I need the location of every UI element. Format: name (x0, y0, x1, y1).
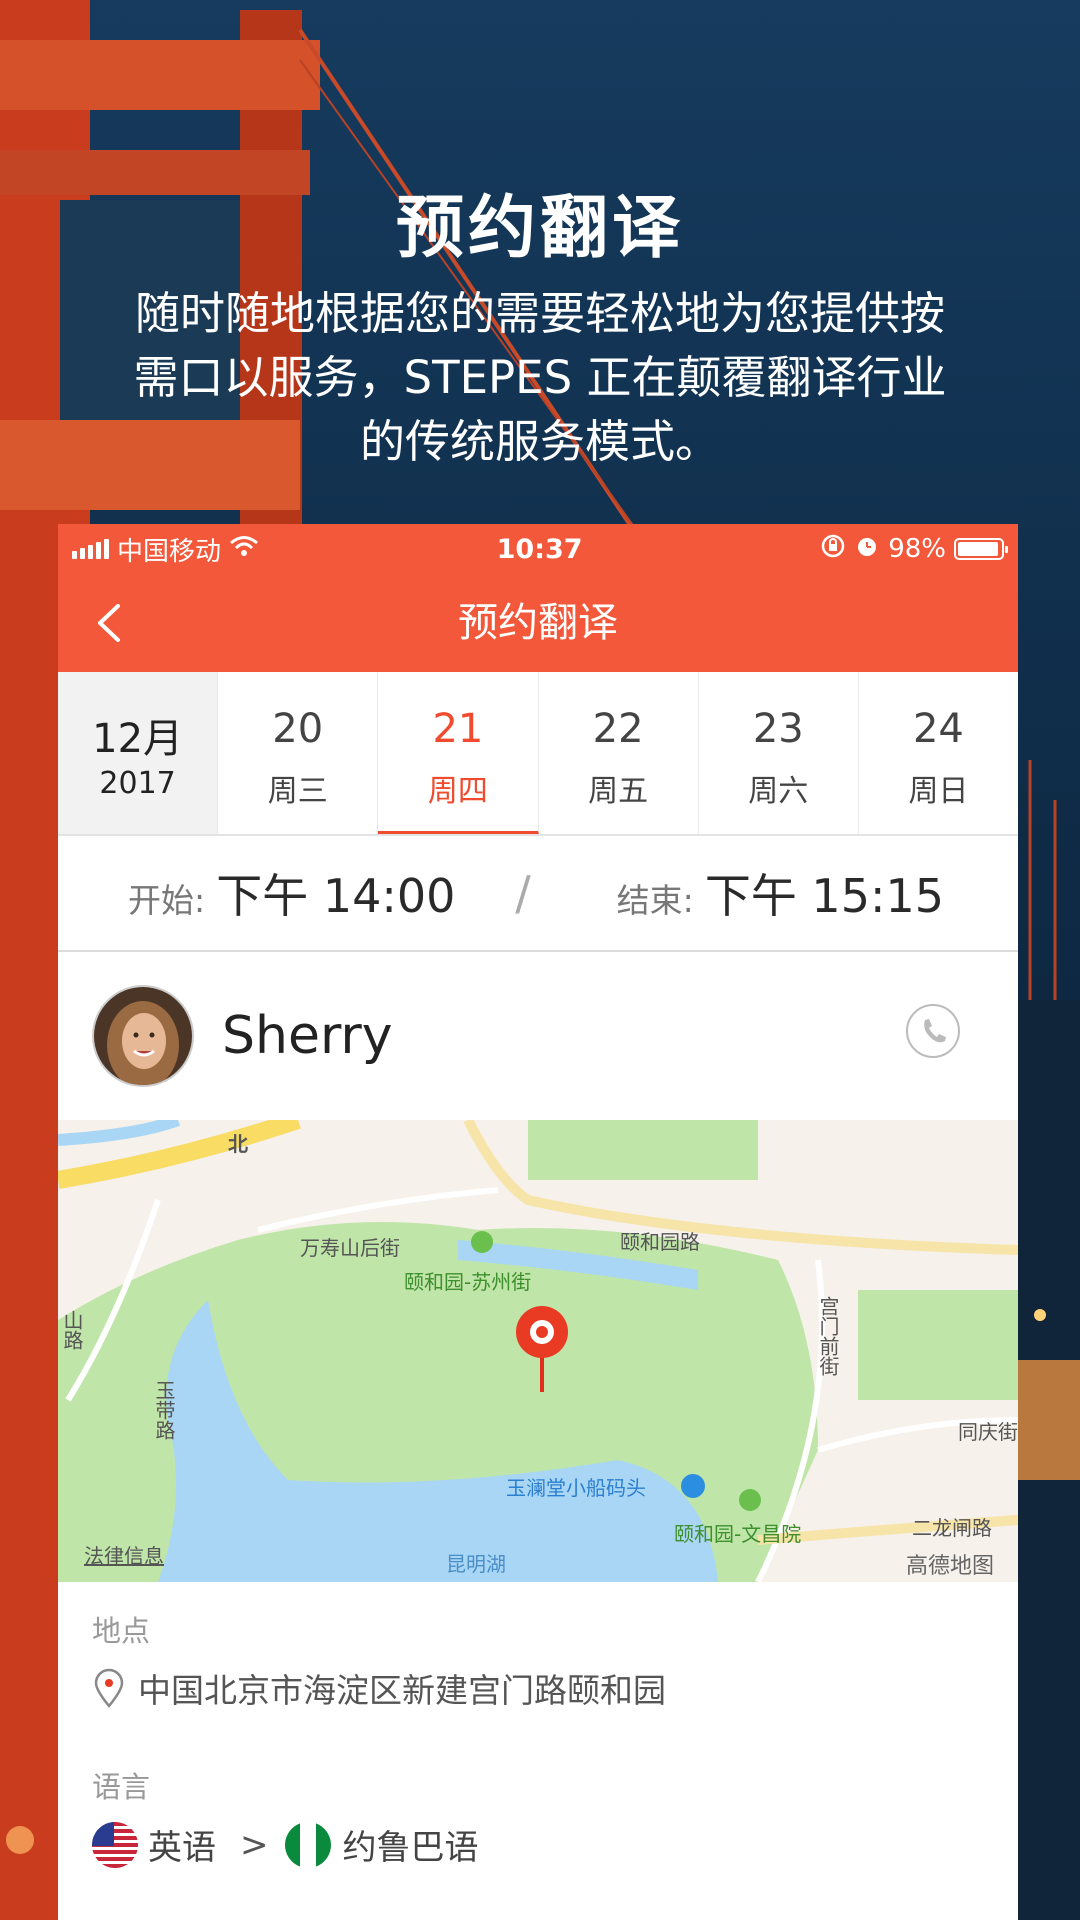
phone-screenshot: 中国移动 10:37 98% 预约翻译 12月 2017 20 周三 21 周四… (58, 524, 1018, 1920)
map-label: 山路 (60, 1310, 84, 1350)
signal-icon (72, 539, 109, 559)
date-cell-22[interactable]: 22 周五 (539, 672, 699, 834)
address-text: 中国北京市海淀区新建宫门路颐和园 (138, 1671, 666, 1710)
location-label: 地点 (92, 1614, 151, 1648)
carrier-label: 中国移动 (117, 536, 222, 567)
date-weekday: 周六 (748, 774, 809, 809)
alarm-icon (854, 533, 880, 566)
source-language: 英语 (148, 1828, 216, 1868)
map-label: 颐和园路 (620, 1230, 700, 1254)
date-cell-24[interactable]: 24 周日 (859, 672, 1018, 834)
date-number: 23 (752, 706, 804, 752)
year-label: 2017 (99, 766, 176, 801)
end-label: 结束: (616, 881, 694, 920)
date-cell-20[interactable]: 20 周三 (218, 672, 379, 834)
status-time: 10:37 (496, 533, 583, 565)
date-number: 20 (272, 706, 324, 752)
map-label: 玉澜堂小船码头 (506, 1476, 646, 1500)
map-provider-logo: 高德地图 (906, 1554, 995, 1579)
status-bar: 中国移动 10:37 98% (58, 524, 1018, 574)
map-label: 北 (228, 1132, 248, 1156)
wifi-icon (229, 534, 259, 564)
map-label: 昆明湖 (446, 1552, 506, 1576)
map-label: 颐和园-文昌院 (674, 1522, 802, 1546)
phone-icon (924, 1019, 946, 1043)
battery-icon (953, 538, 1008, 560)
date-weekday: 周日 (908, 774, 969, 809)
start-time[interactable]: 开始: 下午 14:00 (58, 860, 498, 926)
language-row: 英语 > 约鲁巴语 (92, 1820, 984, 1869)
call-button[interactable] (906, 1004, 960, 1058)
date-selector: 12月 2017 20 周三 21 周四 22 周五 23 周六 24 周日 (58, 672, 1018, 836)
orientation-lock-icon (820, 533, 846, 566)
us-flag-icon (92, 1821, 138, 1868)
month-cell: 12月 2017 (58, 672, 219, 834)
map-view[interactable]: 北 万寿山后街 颐和园路 颐和园-苏州街 宫门前街 玉澜堂小船码头 颐和园-文昌… (58, 1120, 1018, 1582)
interpreter-row: Sherry (58, 952, 1018, 1120)
chevron-left-icon (98, 604, 120, 642)
time-separator: / (515, 866, 531, 920)
map-label: 玉带路 (152, 1380, 176, 1440)
map-label: 二龙闸路 (912, 1516, 992, 1540)
date-cell-23[interactable]: 23 周六 (699, 672, 859, 834)
promo-description: 随时随地根据您的需要轻松地为您提供按需口以服务，STEPES 正在颠覆翻译行业的… (133, 287, 947, 468)
end-time[interactable]: 结束: 下午 15:15 (548, 860, 1018, 926)
nigeria-flag-icon (284, 1821, 331, 1868)
map-legal-link[interactable]: 法律信息 (84, 1540, 164, 1569)
language-label: 语言 (92, 1770, 151, 1804)
date-number: 22 (592, 706, 644, 752)
date-number: 24 (912, 706, 964, 752)
location-pin-icon (94, 1668, 124, 1708)
battery-percent: 98% (888, 534, 946, 564)
nav-title: 预约翻译 (458, 600, 618, 646)
target-language: 约鲁巴语 (342, 1828, 479, 1868)
map-label: 万寿山后街 (300, 1236, 400, 1260)
date-number: 21 (432, 706, 484, 752)
avatar (92, 985, 194, 1087)
language-arrow: > (240, 1824, 269, 1865)
month-label: 12月 (92, 716, 184, 762)
address-row: 中国北京市海淀区新建宫门路颐和园 (92, 1664, 984, 1712)
map-label: 同庆街 (958, 1420, 1018, 1444)
start-value: 下午 14:00 (216, 869, 456, 923)
interpreter-name: Sherry (222, 1006, 393, 1066)
time-range: 开始: 下午 14:00 / 结束: 下午 15:15 (58, 836, 1018, 952)
date-weekday: 周五 (588, 774, 649, 809)
end-value: 下午 15:15 (704, 869, 944, 923)
date-cell-21[interactable]: 21 周四 (378, 672, 539, 834)
start-label: 开始: (128, 881, 206, 920)
details-section: 地点 中国北京市海淀区新建宫门路颐和园 语言 英语 > 约鲁巴语 (58, 1582, 1018, 1869)
map-label: 颐和园-苏州街 (404, 1270, 532, 1294)
back-button[interactable] (86, 598, 136, 648)
date-weekday: 周四 (427, 774, 488, 809)
promo-title: 预约翻译 (395, 189, 684, 268)
map-label: 宫门前街 (816, 1296, 840, 1376)
navigation-bar: 预约翻译 (58, 574, 1018, 672)
date-weekday: 周三 (267, 774, 328, 809)
